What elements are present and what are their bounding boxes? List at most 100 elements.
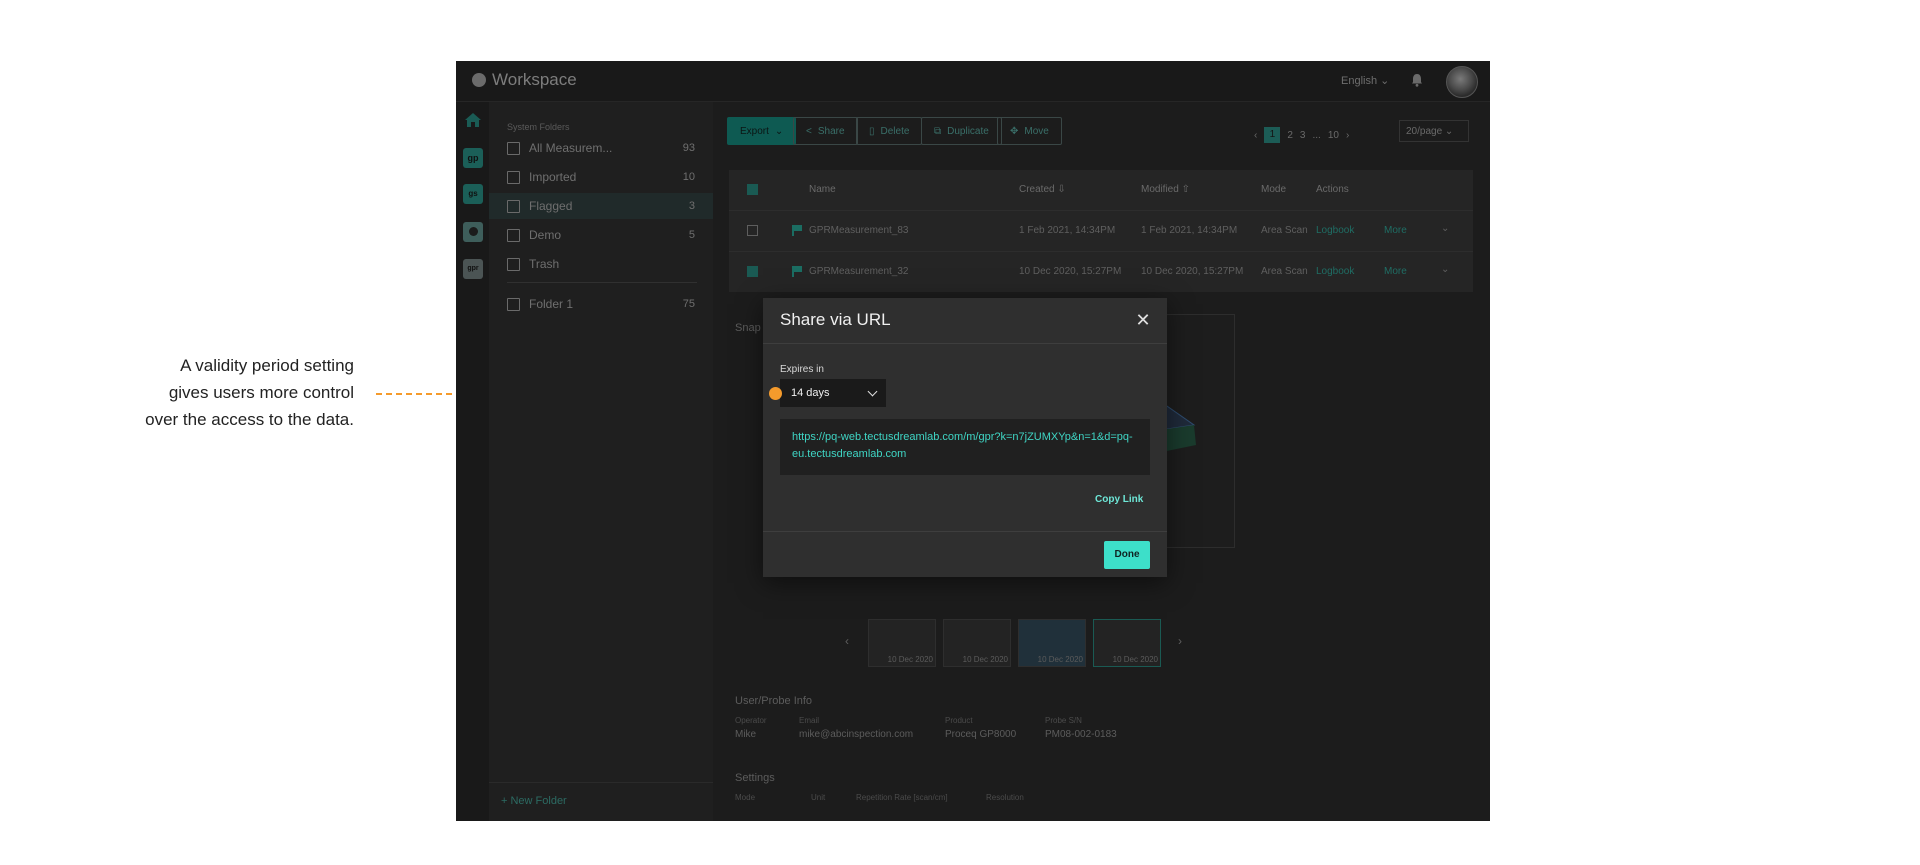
probe-value: PM08-002-0183 bbox=[1045, 729, 1117, 740]
trash-icon: ▯ bbox=[869, 125, 875, 137]
sidebar-item-imported[interactable]: Imported 10 bbox=[489, 164, 713, 190]
page-3[interactable]: 3 bbox=[1300, 130, 1306, 141]
logbook-link[interactable]: Logbook bbox=[1316, 225, 1354, 236]
sidebar-item-count: 3 bbox=[688, 200, 695, 212]
sidebar-item-trash[interactable]: Trash bbox=[489, 251, 713, 277]
thumbnail-date: 10 Dec 2020 bbox=[962, 655, 1008, 664]
flag-icon[interactable] bbox=[792, 266, 804, 277]
rail-item-gpr[interactable]: gpr bbox=[463, 259, 483, 279]
section-label: System Folders bbox=[507, 122, 570, 132]
rail-item-pm[interactable] bbox=[463, 222, 483, 242]
row-checkbox[interactable] bbox=[747, 266, 758, 277]
export-button[interactable]: Export ⌄ bbox=[727, 117, 797, 145]
flag-icon[interactable] bbox=[792, 225, 804, 236]
col-created[interactable]: Created ⇩ bbox=[1019, 184, 1066, 195]
share-url-dialog: Share via URL ✕ Expires in 14 days https… bbox=[763, 298, 1167, 577]
sidebar-item-count: 75 bbox=[682, 298, 695, 310]
more-link[interactable]: More bbox=[1384, 225, 1407, 236]
chevron-down-icon: ⌄ bbox=[774, 125, 784, 137]
duplicate-label: Duplicate bbox=[947, 125, 989, 137]
move-button[interactable]: ✥ Move bbox=[997, 117, 1062, 145]
sidebar-item-label: Folder 1 bbox=[529, 297, 574, 311]
sidebar-item-label: Flagged bbox=[529, 199, 573, 213]
language-label: English bbox=[1341, 75, 1378, 87]
sidebar-item-label: Trash bbox=[529, 257, 560, 271]
share-button[interactable]: < Share bbox=[793, 117, 858, 145]
copy-link-button[interactable]: Copy Link bbox=[1095, 494, 1143, 505]
chevron-left-icon[interactable]: ‹ bbox=[1254, 130, 1257, 141]
chevron-down-icon[interactable]: ⌄ bbox=[1441, 264, 1449, 275]
snapshot-thumbnail[interactable]: 10 Dec 2020 bbox=[1018, 619, 1086, 667]
sidebar-item-count: 93 bbox=[682, 142, 695, 154]
pagination: ‹ 1 2 3 ... 10 › bbox=[1254, 127, 1349, 143]
chevron-down-icon[interactable]: ⌄ bbox=[1441, 223, 1449, 234]
page-2[interactable]: 2 bbox=[1287, 130, 1293, 141]
file-icon bbox=[507, 141, 520, 155]
export-label: Export bbox=[740, 125, 769, 137]
page-1[interactable]: 1 bbox=[1264, 127, 1281, 143]
row-name: GPRMeasurement_83 bbox=[809, 225, 909, 236]
bell-icon[interactable] bbox=[1411, 73, 1423, 87]
annotation-line: A validity period setting bbox=[180, 356, 354, 375]
folder-sidebar: System Folders All Measurem... 93 Import… bbox=[489, 102, 713, 821]
share-label: Share bbox=[817, 125, 845, 137]
snapshot-thumbnail[interactable]: 10 Dec 2020 bbox=[1093, 619, 1161, 667]
snapshots-label: Snap bbox=[735, 322, 761, 334]
chevron-left-icon[interactable]: ‹ bbox=[845, 634, 849, 648]
row-checkbox[interactable] bbox=[747, 225, 758, 236]
app-rail: gp gs gpr bbox=[456, 102, 489, 821]
settings-col-label: Repetition Rate [scan/cm] bbox=[856, 793, 948, 802]
row-modified: 1 Feb 2021, 14:34PM bbox=[1141, 225, 1238, 236]
sidebar-item-flagged[interactable]: Flagged 3 bbox=[489, 193, 713, 219]
home-icon[interactable] bbox=[464, 112, 482, 128]
app-brand[interactable]: Workspace bbox=[472, 70, 577, 90]
sidebar-item-demo[interactable]: Demo 5 bbox=[489, 222, 713, 248]
row-mode: Area Scan bbox=[1261, 266, 1308, 277]
table-row[interactable]: GPRMeasurement_32 10 Dec 2020, 15:27PM 1… bbox=[729, 252, 1473, 292]
sidebar-item-folder-1[interactable]: Folder 1 75 bbox=[489, 291, 713, 317]
dialog-title: Share via URL bbox=[780, 310, 891, 329]
col-modified[interactable]: Modified ⇧ bbox=[1141, 184, 1190, 195]
folder-icon bbox=[507, 228, 520, 242]
move-icon: ✥ bbox=[1010, 125, 1019, 137]
more-link[interactable]: More bbox=[1384, 266, 1407, 277]
col-name[interactable]: Name bbox=[809, 184, 836, 195]
flag-icon bbox=[507, 199, 520, 213]
select-all-checkbox[interactable] bbox=[747, 184, 758, 195]
chevron-right-icon[interactable]: › bbox=[1178, 634, 1182, 648]
sidebar-item-all-measurements[interactable]: All Measurem... 93 bbox=[489, 135, 713, 161]
expires-select[interactable]: 14 days bbox=[780, 379, 886, 407]
rail-item-gs[interactable]: gs bbox=[463, 184, 483, 204]
chevron-down-icon bbox=[867, 386, 878, 397]
operator-label: Operator bbox=[735, 716, 767, 725]
rail-item-gp[interactable]: gp bbox=[463, 148, 483, 168]
share-url-field[interactable]: https://pq-web.tectusdreamlab.com/m/gpr?… bbox=[780, 419, 1150, 475]
done-button[interactable]: Done bbox=[1104, 541, 1150, 569]
page-ellipsis: ... bbox=[1312, 129, 1321, 141]
thumbnail-date: 10 Dec 2020 bbox=[1112, 655, 1158, 664]
page-10[interactable]: 10 bbox=[1328, 130, 1339, 141]
delete-button[interactable]: ▯ Delete bbox=[856, 117, 923, 145]
app-title: Workspace bbox=[492, 70, 577, 89]
table-header: Name Created ⇩ Modified ⇧ Mode Actions bbox=[729, 170, 1473, 211]
avatar[interactable] bbox=[1446, 66, 1478, 98]
dialog-header: Share via URL ✕ bbox=[763, 298, 1167, 344]
duplicate-icon: ⧉ bbox=[934, 125, 942, 137]
snapshot-thumbnail[interactable]: 10 Dec 2020 bbox=[868, 619, 936, 667]
table-row[interactable]: GPRMeasurement_83 1 Feb 2021, 14:34PM 1 … bbox=[729, 211, 1473, 252]
email-label: Email bbox=[799, 716, 820, 725]
close-icon[interactable]: ✕ bbox=[1133, 310, 1153, 330]
new-folder-button[interactable]: + New Folder bbox=[489, 782, 713, 821]
sidebar-item-count: 10 bbox=[682, 171, 695, 183]
probe-label: Probe S/N bbox=[1045, 716, 1082, 725]
settings-col-label: Unit bbox=[811, 793, 826, 802]
language-select[interactable]: English ⌄ bbox=[1341, 74, 1389, 87]
per-page-select[interactable]: 20/page ⌄ bbox=[1399, 120, 1469, 142]
product-field: Product Proceq GP8000 bbox=[945, 716, 1016, 740]
snapshot-thumbnail[interactable]: 10 Dec 2020 bbox=[943, 619, 1011, 667]
share-url: https://pq-web.tectusdreamlab.com/m/gpr?… bbox=[792, 431, 1133, 460]
chevron-right-icon[interactable]: › bbox=[1346, 130, 1349, 141]
logbook-link[interactable]: Logbook bbox=[1316, 266, 1354, 277]
duplicate-button[interactable]: ⧉ Duplicate bbox=[921, 117, 1002, 145]
rail-item-label: gpr bbox=[467, 265, 479, 272]
